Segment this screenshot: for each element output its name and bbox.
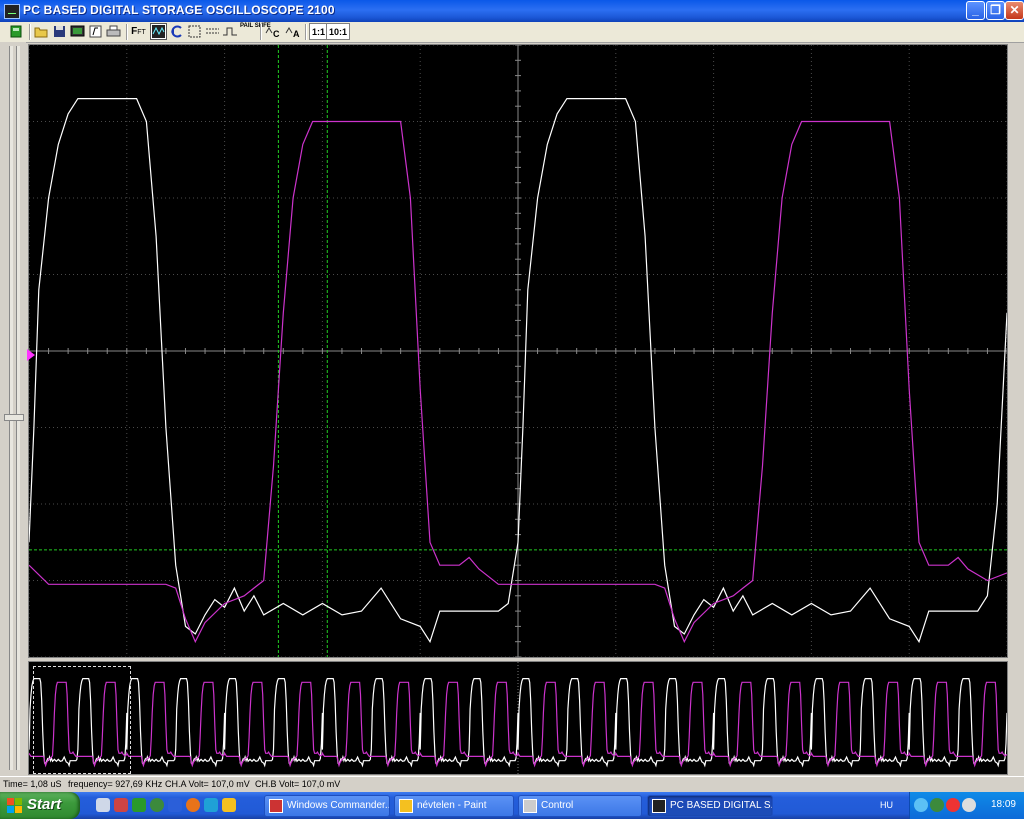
- quicklaunch-scope-icon[interactable]: [132, 798, 146, 812]
- quicklaunch-folder-icon[interactable]: [222, 798, 236, 812]
- svg-text:C: C: [273, 29, 280, 39]
- quicklaunch-firefox-icon[interactable]: [186, 798, 200, 812]
- minimize-button[interactable]: _: [966, 1, 985, 20]
- oscilloscope-app-icon: [4, 4, 20, 19]
- task-label: PC BASED DIGITAL S...: [670, 800, 773, 811]
- title-bar: PC BASED DIGITAL STORAGE OSCILLOSCOPE 21…: [0, 0, 1024, 22]
- close-button[interactable]: ✕: [1005, 1, 1024, 20]
- tray-security-icon[interactable]: [946, 798, 960, 812]
- tray-utorrent-icon[interactable]: [930, 798, 944, 812]
- screen-icon[interactable]: [69, 23, 86, 40]
- taskbar: Start Windows Commander... névtelen - Pa…: [0, 792, 1024, 819]
- overview-plot[interactable]: [28, 662, 1008, 774]
- task-label: névtelen - Paint: [417, 800, 487, 811]
- task-oscilloscope[interactable]: PC BASED DIGITAL S...: [647, 795, 773, 817]
- task-control[interactable]: Control: [518, 795, 642, 817]
- task-label: Control: [541, 800, 574, 811]
- overview-view-window[interactable]: [33, 666, 131, 774]
- offset-slider-handle[interactable]: [4, 414, 24, 421]
- windows-flag-icon: [7, 798, 22, 813]
- status-chb-volt: CH.B Volt= 107,0 mV: [255, 779, 341, 789]
- cursor-a-icon[interactable]: A: [284, 23, 301, 40]
- task-windows-commander[interactable]: Windows Commander...: [264, 795, 390, 817]
- toolbar: FFT PAIL SHFE C A 1:1 10:1: [0, 22, 1024, 43]
- task-paint[interactable]: névtelen - Paint: [394, 795, 514, 817]
- system-tray: 18:09: [909, 792, 1024, 819]
- step-wave-icon[interactable]: [222, 23, 239, 40]
- fft-sub-label: FT: [137, 29, 146, 36]
- cursor-c-icon[interactable]: C: [264, 23, 281, 40]
- channel-b-offset-rail[interactable]: [16, 46, 20, 770]
- status-cha-volt: CH.A Volt= 107,0 mV: [165, 779, 250, 789]
- svg-text:A: A: [293, 29, 300, 39]
- waveform-plot[interactable]: [28, 44, 1008, 658]
- status-bar: Time= 1,08 uS frequency= 927,69 KHz CH.A…: [0, 776, 1024, 792]
- vertical-offset-strip: [0, 42, 26, 776]
- quicklaunch-messenger-icon[interactable]: [204, 798, 218, 812]
- dashed-line-icon[interactable]: [204, 23, 221, 40]
- chip-icon[interactable]: [8, 23, 25, 40]
- return-arrow-icon[interactable]: [168, 23, 185, 40]
- tray-network-icon[interactable]: [962, 798, 976, 812]
- task-label: Windows Commander...: [287, 800, 390, 811]
- window-title: PC BASED DIGITAL STORAGE OSCILLOSCOPE 21…: [23, 3, 335, 17]
- start-button[interactable]: Start: [0, 792, 80, 819]
- scope-view-icon[interactable]: [150, 23, 167, 40]
- show-desktop-icon[interactable]: [96, 798, 110, 812]
- trigger-level-marker[interactable]: [27, 349, 35, 361]
- rect-select-icon[interactable]: [186, 23, 203, 40]
- fft-icon[interactable]: FFT: [130, 23, 147, 40]
- maximize-button[interactable]: ❐: [986, 1, 1005, 20]
- channel-a-offset-rail[interactable]: [9, 46, 13, 770]
- open-folder-icon[interactable]: [33, 23, 50, 40]
- clock: 18:09: [990, 799, 1016, 810]
- save-disk-icon[interactable]: [51, 23, 68, 40]
- status-time: Time= 1,08 uS: [3, 779, 62, 789]
- quicklaunch-ie-icon[interactable]: [168, 798, 182, 812]
- status-frequency: frequency= 927,69 KHz: [68, 779, 163, 789]
- function-icon[interactable]: [87, 23, 104, 40]
- language-indicator[interactable]: HU: [880, 800, 893, 810]
- ratio-10-1-button[interactable]: 10:1: [326, 23, 351, 40]
- quicklaunch-app-icon[interactable]: [114, 798, 128, 812]
- oscilloscope-display[interactable]: [28, 44, 1008, 658]
- print-icon[interactable]: [105, 23, 122, 40]
- tray-arrow-icon[interactable]: [914, 798, 928, 812]
- overview-display[interactable]: [28, 661, 1008, 775]
- quicklaunch-utorrent-icon[interactable]: [150, 798, 164, 812]
